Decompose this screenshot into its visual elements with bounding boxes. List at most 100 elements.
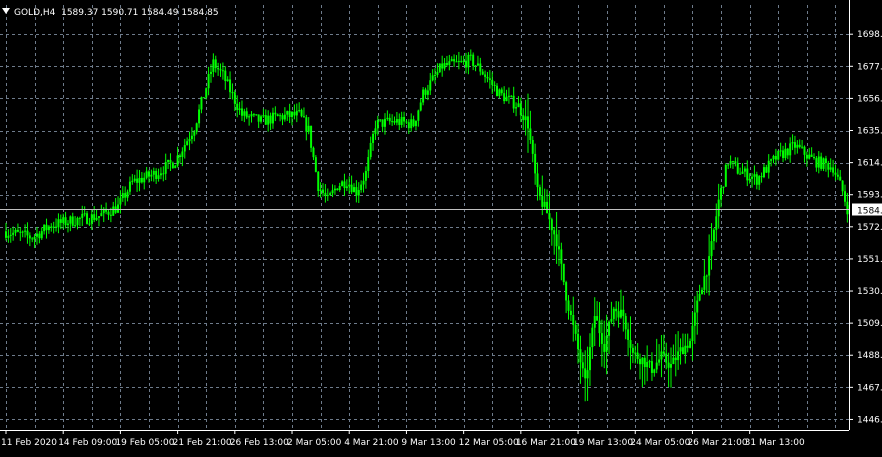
candle-body <box>443 63 446 69</box>
candle-body <box>214 59 217 69</box>
candle-body <box>546 201 549 214</box>
chart-header: GOLD,H4 1589.37 1590.71 1584.49 1584.85 <box>2 8 219 18</box>
ohlc-label: 1589.37 1590.71 1584.49 1584.85 <box>61 8 219 18</box>
candle-body <box>14 229 17 233</box>
candle-body <box>782 150 785 159</box>
candle-body <box>252 114 255 116</box>
candle-body <box>260 116 263 122</box>
candle-body <box>429 80 432 91</box>
x-tick-label: 31 Mar 13:00 <box>745 438 805 448</box>
candle-body <box>233 92 236 104</box>
candle-body <box>57 219 60 228</box>
menu-triangle-icon[interactable] <box>2 8 10 14</box>
candle-body <box>386 117 389 119</box>
chart-svg[interactable]: 1698.9 1677.9 1656.9 1635.9 1614.9 1593.9 1572… <box>0 0 882 457</box>
candle-body <box>281 115 284 120</box>
candle-body <box>97 216 100 218</box>
candle-body <box>755 174 758 185</box>
candle-body <box>95 217 98 220</box>
x-tick-label: 9 Mar 13:00 <box>401 438 456 448</box>
candle-body <box>834 172 837 175</box>
candle-body <box>734 161 737 164</box>
candle-body <box>324 192 327 196</box>
candle-body <box>331 190 334 194</box>
candle-body <box>422 89 425 103</box>
candle-body <box>431 75 434 81</box>
candle-body <box>209 71 212 74</box>
candle-body <box>414 120 417 127</box>
candle-body <box>226 79 229 82</box>
candle-body <box>21 231 24 233</box>
candle-body <box>229 79 232 93</box>
candle <box>202 97 205 99</box>
candle-body <box>765 167 768 173</box>
candle-body <box>336 188 339 191</box>
candle-body <box>586 370 589 379</box>
candle-body <box>364 170 367 181</box>
y-tick-label: 1572.9 <box>857 223 882 233</box>
x-tick-label: 19 Feb 05:00 <box>115 438 174 448</box>
candle-body <box>453 59 456 62</box>
chart[interactable]: 1698.9 1677.9 1656.9 1635.9 1614.9 1593.9 1572… <box>0 0 882 457</box>
candle-body <box>708 256 711 276</box>
candle-body <box>591 327 594 348</box>
candle-body <box>631 347 634 353</box>
candle-body <box>500 89 503 94</box>
candle-body <box>605 335 608 352</box>
candle-body <box>188 139 191 142</box>
candle-body <box>333 188 336 191</box>
candle-body <box>121 193 124 199</box>
candle-body <box>743 168 746 172</box>
candle-body <box>300 110 303 117</box>
candle-body <box>758 176 761 185</box>
candle-body <box>255 114 258 116</box>
x-tick-label: 4 Mar 21:00 <box>344 438 399 448</box>
candle-body <box>5 231 7 238</box>
candle-body <box>515 107 518 109</box>
candle-body <box>526 116 529 129</box>
candle-body <box>677 351 680 361</box>
candle-body <box>274 112 277 115</box>
candle-body <box>493 84 496 86</box>
candle-body <box>510 95 513 97</box>
candle-body <box>658 359 661 363</box>
candle <box>777 150 780 161</box>
candle-body <box>243 111 246 116</box>
candle-body <box>596 316 599 321</box>
x-tick-label: 16 Mar 21:00 <box>516 438 576 448</box>
candle-body <box>700 289 703 294</box>
candle-body <box>479 63 482 72</box>
candle-body <box>524 116 527 121</box>
candle-body <box>615 308 618 312</box>
candle-body <box>119 198 122 205</box>
candle-body <box>69 216 72 224</box>
candle-body <box>491 79 494 85</box>
candle-body <box>653 369 656 373</box>
candle-body <box>822 158 825 169</box>
candle-body <box>703 276 706 290</box>
candle-body <box>171 162 174 169</box>
candle-body <box>33 236 36 240</box>
candle <box>438 63 441 73</box>
candle-body <box>224 70 227 82</box>
candle-body <box>731 161 734 163</box>
candle-body <box>813 156 816 159</box>
symbol-label: GOLD,H4 <box>14 8 56 18</box>
candle-body <box>286 111 289 115</box>
candle-body <box>662 351 665 354</box>
candle-body <box>345 186 348 189</box>
candle-body <box>741 171 744 174</box>
candle-body <box>202 97 205 99</box>
y-tick-label: 1635.9 <box>857 127 882 137</box>
candle-body <box>774 155 777 160</box>
candle-body <box>362 180 365 185</box>
candle-body <box>257 114 260 122</box>
candle-body <box>198 109 201 124</box>
candle-body <box>629 340 632 348</box>
candle-body <box>38 233 41 239</box>
candle-body <box>686 345 689 348</box>
candle-body <box>360 184 363 190</box>
candle-body <box>410 119 413 129</box>
candle-body <box>341 181 344 187</box>
candle-body <box>839 176 842 181</box>
